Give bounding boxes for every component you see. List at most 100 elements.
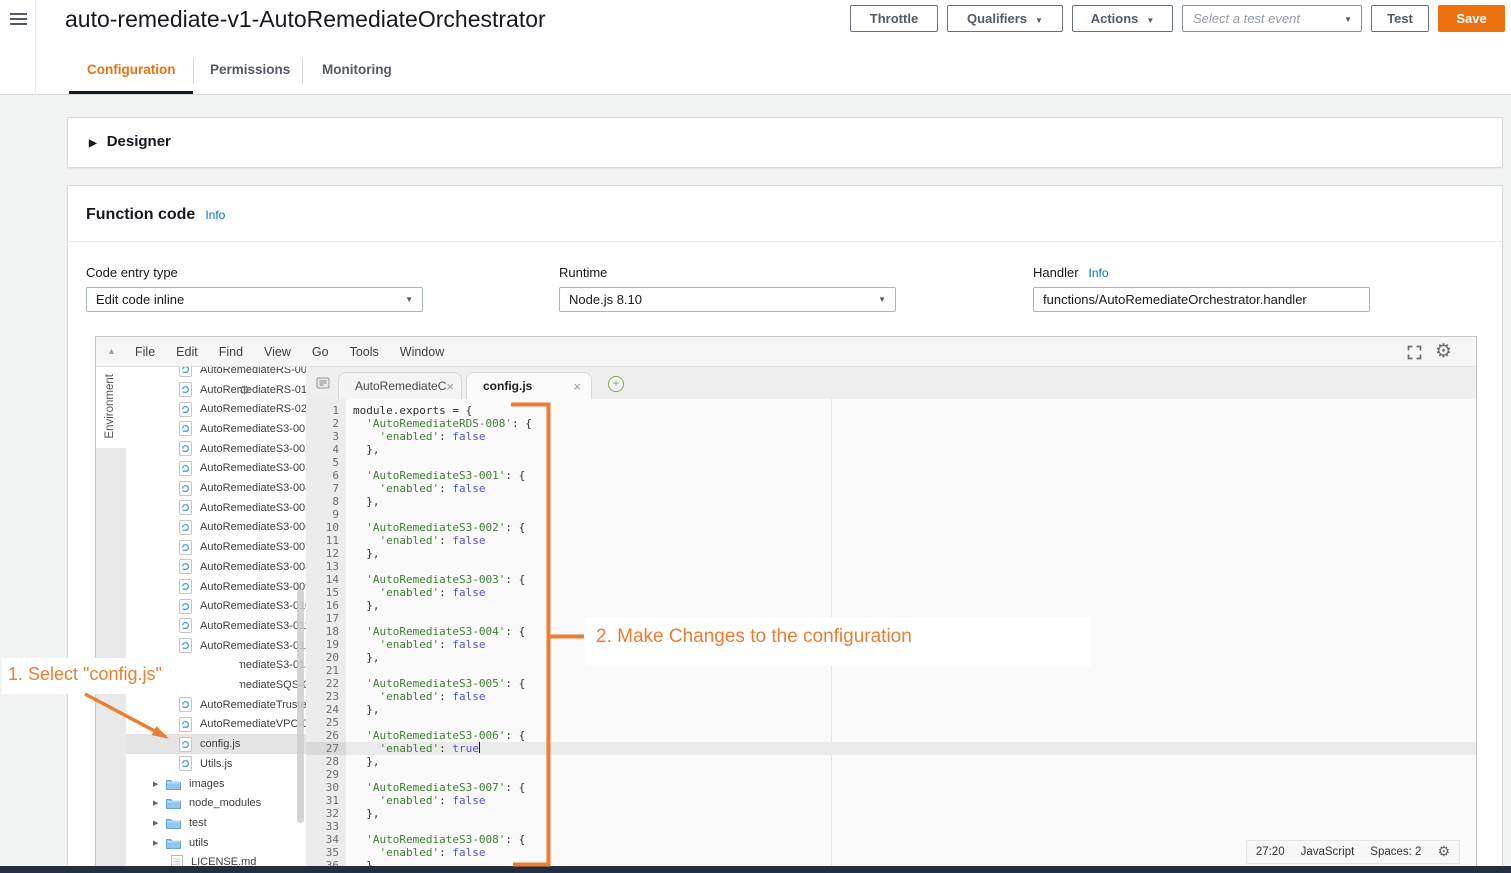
tree-item-autoremediates3-006[interactable]: AutoRemediateS3-006 bbox=[126, 518, 306, 538]
close-icon[interactable]: × bbox=[573, 379, 581, 394]
tree-item-config-js[interactable]: config.js bbox=[126, 734, 306, 754]
environment-tab[interactable]: Environment bbox=[96, 367, 126, 448]
folder-icon bbox=[166, 778, 181, 790]
code-line-1: module.exports = { bbox=[346, 404, 1476, 417]
js-file-icon bbox=[179, 402, 192, 417]
js-file-icon bbox=[179, 599, 192, 614]
code-line-29 bbox=[346, 768, 1476, 781]
tree-item-autoremediates3-003[interactable]: AutoRemediateS3-003 bbox=[126, 459, 306, 479]
line-number-10: 10 bbox=[306, 521, 346, 534]
chevron-down-icon: ▼ bbox=[878, 288, 886, 311]
tree-item-autoremediates3-001[interactable]: AutoRemediateS3-001 bbox=[126, 419, 306, 439]
tree-item-node-modules[interactable]: ▶node_modules bbox=[126, 793, 306, 813]
js-file-icon bbox=[179, 756, 192, 771]
tree-item-autoremediates3-005[interactable]: AutoRemediateS3-005 bbox=[126, 498, 306, 518]
tree-scrollbar[interactable] bbox=[297, 589, 304, 823]
line-number-gutter[interactable]: 1234567891011121314151617181920212223242… bbox=[306, 404, 346, 868]
line-number-11: 11 bbox=[306, 534, 346, 547]
menu-view[interactable]: View bbox=[264, 345, 291, 359]
tree-item-autoremediaters-02[interactable]: AutoRemediateRS-02 bbox=[126, 399, 306, 419]
tree-item-autoremediates3-007[interactable]: AutoRemediateS3-007 bbox=[126, 537, 306, 557]
js-file-icon bbox=[179, 638, 192, 653]
annotation-step1-text: 1. Select "config.js" bbox=[2, 658, 239, 685]
info-link[interactable]: Info bbox=[1089, 266, 1109, 280]
tree-item-autoremediates3-002[interactable]: AutoRemediateS3-002 bbox=[126, 439, 306, 459]
editor-tab-autoremediatec[interactable]: AutoRemediateC× bbox=[338, 372, 462, 399]
tree-item-utils-js[interactable]: Utils.js bbox=[126, 754, 306, 774]
test-event-select[interactable]: Select a test event▼ bbox=[1182, 5, 1362, 32]
tree-item-label: AutoRemediateS3-003 bbox=[200, 462, 306, 474]
menu-edit[interactable]: Edit bbox=[176, 345, 198, 359]
chevron-down-icon: ▼ bbox=[1146, 16, 1154, 25]
tree-item-label: node_modules bbox=[189, 797, 261, 809]
actions-button[interactable]: Actions▼ bbox=[1072, 5, 1173, 32]
info-link[interactable]: Info bbox=[205, 208, 225, 222]
tab-monitoring[interactable]: Monitoring bbox=[322, 62, 392, 77]
tree-item-label: Utils.js bbox=[200, 758, 232, 770]
handler-input[interactable]: functions/AutoRemediateOrchestrator.hand… bbox=[1033, 287, 1370, 312]
editor-tab-config-js[interactable]: config.js× bbox=[466, 372, 592, 399]
tree-item-label: images bbox=[189, 778, 224, 790]
line-number-35: 35 bbox=[306, 846, 346, 859]
js-file-icon bbox=[179, 559, 192, 574]
menu-tools[interactable]: Tools bbox=[350, 345, 379, 359]
tab-list-icon[interactable] bbox=[316, 376, 330, 395]
panel-divider bbox=[68, 241, 1502, 242]
tree-item-autoremediatetrustedadvisor[interactable]: AutoRemediateTrustedAdvisor bbox=[126, 695, 306, 715]
code-line-9 bbox=[346, 508, 1476, 521]
hamburger-menu-icon[interactable] bbox=[10, 13, 27, 28]
tree-item-images[interactable]: ▶images bbox=[126, 774, 306, 794]
menu-file[interactable]: File bbox=[135, 345, 155, 359]
close-icon[interactable]: × bbox=[446, 379, 454, 394]
js-file-icon bbox=[179, 717, 192, 732]
collapse-triangle-icon[interactable]: ▲ bbox=[107, 346, 116, 356]
function-code-header: Function codeInfo bbox=[86, 206, 225, 224]
tree-item-autoremediatevpc-001[interactable]: AutoRemediateVPC-001 bbox=[126, 715, 306, 735]
cursor-position[interactable]: 27:20 bbox=[1256, 846, 1285, 858]
code-line-8: }, bbox=[346, 495, 1476, 508]
folder-caret-icon: ▶ bbox=[153, 839, 161, 847]
tree-item-test[interactable]: ▶test bbox=[126, 813, 306, 833]
throttle-button[interactable]: Throttle bbox=[850, 5, 938, 32]
tree-item-autoremediates3-010[interactable]: AutoRemediateS3-010 bbox=[126, 596, 306, 616]
line-number-4: 4 bbox=[306, 443, 346, 456]
tree-item-autoremediaters-00[interactable]: AutoRemediateRS-00 bbox=[126, 367, 306, 380]
tab-configuration[interactable]: Configuration bbox=[87, 62, 175, 77]
designer-header[interactable]: ▶Designer bbox=[89, 133, 171, 150]
qualifiers-button[interactable]: Qualifiers▼ bbox=[947, 5, 1063, 32]
caret-right-icon: ▶ bbox=[89, 138, 97, 149]
expand-fullscreen-icon[interactable] bbox=[1407, 345, 1422, 365]
code-line-7: 'enabled': false bbox=[346, 482, 1476, 495]
spaces-setting[interactable]: Spaces: 2 bbox=[1370, 846, 1421, 858]
runtime-select[interactable]: Node.js 8.10▼ bbox=[559, 287, 896, 312]
save-button[interactable]: Save bbox=[1438, 5, 1505, 32]
menu-go[interactable]: Go bbox=[312, 345, 329, 359]
code-entry-type-select[interactable]: Edit code inline▼ bbox=[86, 287, 423, 312]
line-number-2: 2 bbox=[306, 417, 346, 430]
menu-find[interactable]: Find bbox=[219, 345, 243, 359]
tree-item-label: AutoRemediateRS-02 bbox=[200, 403, 306, 415]
tree-item-autoremediates3-012[interactable]: AutoRemediateS3-012 bbox=[126, 636, 306, 656]
tree-item-autoremediates3-011[interactable]: AutoRemediateS3-011 bbox=[126, 616, 306, 636]
tree-item-autoremediates3-004[interactable]: AutoRemediateS3-004 bbox=[126, 478, 306, 498]
new-tab-icon[interactable]: + bbox=[608, 376, 624, 392]
tree-item-utils[interactable]: ▶utils bbox=[126, 833, 306, 853]
status-gear-icon[interactable]: ⚙ bbox=[1437, 844, 1450, 860]
chevron-down-icon: ▼ bbox=[405, 288, 413, 311]
tab-permissions[interactable]: Permissions bbox=[210, 62, 290, 77]
test-button[interactable]: Test bbox=[1371, 5, 1429, 32]
code-line-31: 'enabled': false bbox=[346, 794, 1476, 807]
tree-item-license-md[interactable]: LICENSE.md bbox=[126, 853, 306, 868]
file-tree: AutoRemediateRS-00AutoRemediateRS-01⚙ Aut… bbox=[126, 367, 306, 867]
tree-item-autoremediaters-01[interactable]: AutoRemediateRS-01⚙ bbox=[126, 380, 306, 400]
js-file-icon bbox=[179, 382, 192, 397]
gear-icon[interactable]: ⚙ bbox=[1435, 340, 1452, 362]
annotation-step2-box: 2. Make Changes to the configuration bbox=[585, 617, 1091, 666]
language-mode[interactable]: JavaScript bbox=[1301, 846, 1355, 858]
menu-window[interactable]: Window bbox=[400, 345, 444, 359]
line-number-21: 21 bbox=[306, 664, 346, 677]
lambda-console-page: auto-remediate-v1-AutoRemediateOrchestra… bbox=[0, 0, 1511, 873]
tree-item-autoremediates3-009[interactable]: AutoRemediateS3-009 bbox=[126, 577, 306, 597]
tree-item-autoremediates3-008[interactable]: AutoRemediateS3-008 bbox=[126, 557, 306, 577]
handler-label: HandlerInfo bbox=[1033, 265, 1109, 280]
